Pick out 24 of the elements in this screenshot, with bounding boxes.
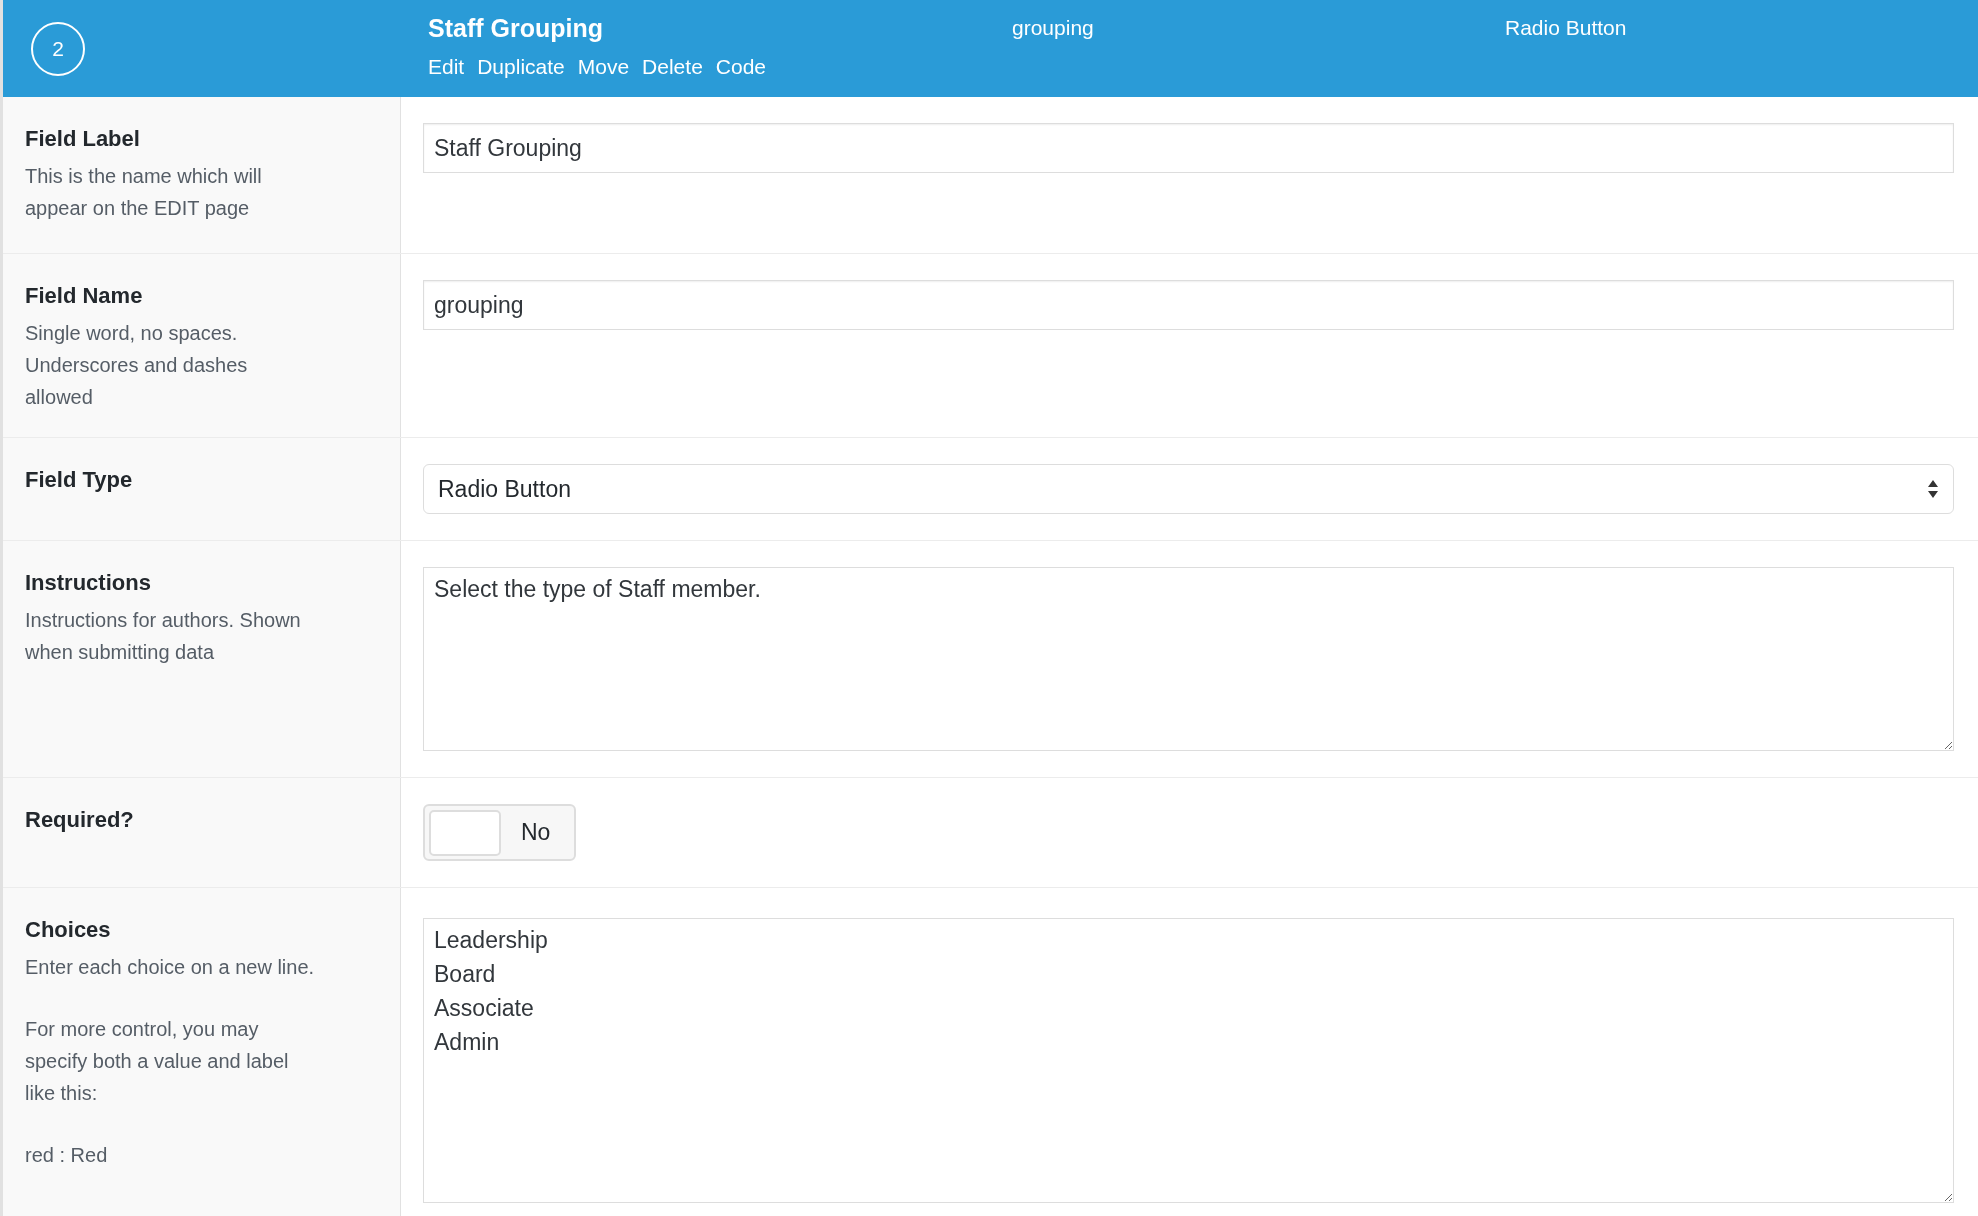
toggle-thumb [429,809,501,856]
field-description: Single word, no spaces. Underscores and dashes allowed [25,321,249,410]
field-title: Staff Grouping [428,14,604,43]
textarea-field[interactable]: Leadership Board Associate Admin [423,918,1954,1203]
textarea-field[interactable]: Select the type of Staff member. [423,567,1954,751]
field-label: Choices [25,917,112,943]
order-badge: 2 [31,21,85,76]
field-label: Instructions [25,570,152,596]
updown-arrows-icon [1927,479,1939,499]
field-description: red : Red [25,1143,109,1168]
field-description: For more control, you may specify both a value and label like this: [25,1017,290,1106]
field-label: Field Name [25,283,144,309]
field-description: This is the name which will appear on the EDIT page [25,164,263,221]
field-label: Required? [25,807,135,833]
field-description: Enter each choice on a new line. [25,955,315,980]
field-description: Instructions for authors. Shown when submitting data [25,608,302,665]
text-input[interactable]: grouping [423,280,1954,330]
text-input[interactable]: Staff Grouping [423,123,1954,173]
type-select[interactable]: Radio Button [423,464,1954,514]
field-label: Field Label [25,126,141,152]
field-type-text: Radio Button [1505,16,1627,39]
field-label: Field Type [25,467,134,493]
field-name-text: grouping [1012,16,1094,39]
toggle-switch[interactable]: No [423,804,576,861]
